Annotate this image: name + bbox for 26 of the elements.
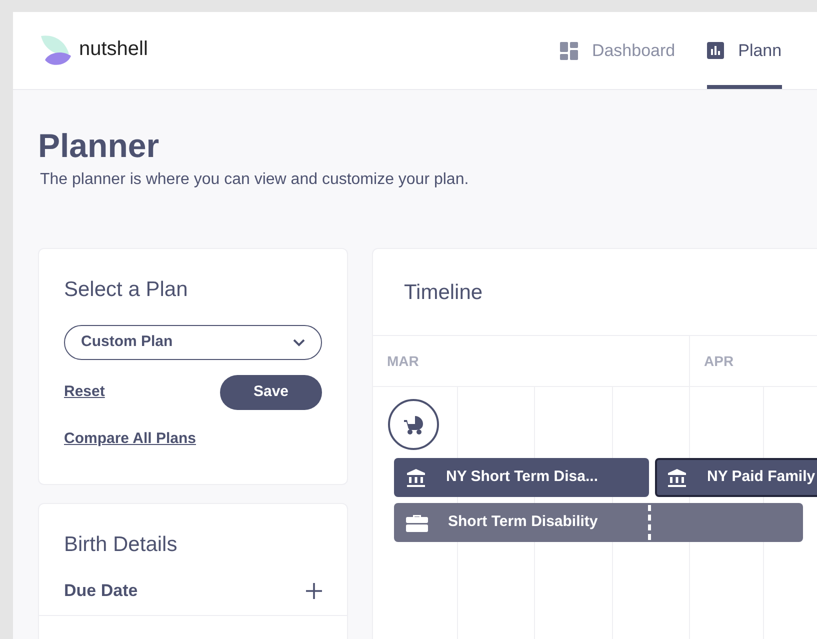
chevron-down-icon xyxy=(293,338,305,346)
dashboard-icon xyxy=(560,42,578,60)
leaf-logo-icon xyxy=(39,34,73,68)
reset-link[interactable]: Reset xyxy=(64,381,105,404)
row-label: Due Date xyxy=(64,580,138,602)
briefcase-icon xyxy=(406,514,428,532)
month-label: MAR xyxy=(387,352,419,370)
plan-select[interactable]: Custom Plan xyxy=(64,325,322,360)
card-title: Birth Details xyxy=(63,532,178,558)
logo-text: nutshell xyxy=(79,36,148,62)
benefit-bar[interactable]: NY Short Term Disa... xyxy=(394,458,649,497)
chart-icon xyxy=(707,42,724,59)
card-title: Timeline xyxy=(404,280,483,306)
month-label: APR xyxy=(704,352,734,370)
bank-icon xyxy=(667,468,687,488)
plus-icon[interactable] xyxy=(306,582,322,598)
nav-tab[interactable]: Plann xyxy=(707,12,782,89)
page-subtitle: The planner is where you can view and customize your plan. xyxy=(40,170,470,190)
benefit-bar[interactable]: NY Paid Family xyxy=(655,458,817,497)
card-title: Select a Plan xyxy=(64,277,189,303)
page-title: Planner xyxy=(38,126,160,166)
stroller-icon xyxy=(402,414,424,434)
bank-icon xyxy=(406,468,426,488)
compare-link[interactable]: Compare All Plans xyxy=(64,428,322,450)
save-button[interactable]: Save xyxy=(220,375,322,410)
benefit-bar[interactable]: Short Term Disability xyxy=(394,503,803,542)
